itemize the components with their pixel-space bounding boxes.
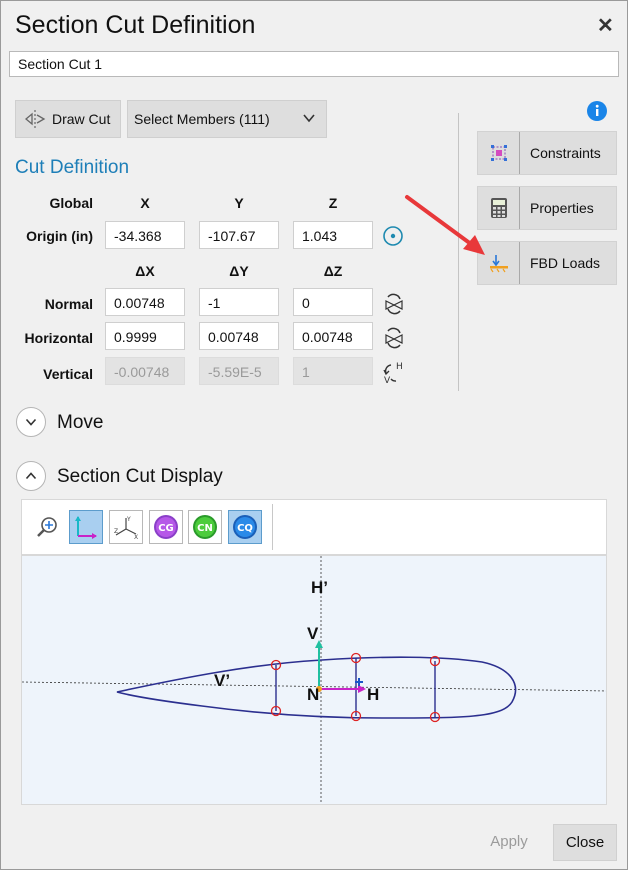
vertical-z-field: 1 xyxy=(293,357,373,385)
cn-button[interactable]: CN xyxy=(188,510,222,544)
origin-y-field[interactable]: -107.67 xyxy=(199,221,279,249)
col-dx-header: ΔX xyxy=(135,263,155,279)
svg-text:V: V xyxy=(384,376,391,385)
col-z-header: Z xyxy=(328,195,338,211)
toolbar-separator xyxy=(272,504,273,550)
vertical-y-field: -5.59E-5 xyxy=(199,357,279,385)
constraints-button[interactable]: Constraints xyxy=(477,131,617,175)
draw-cut-icon xyxy=(24,108,46,130)
h-arrow-head xyxy=(358,685,366,693)
origin-x-field[interactable]: -34.368 xyxy=(105,221,185,249)
properties-button[interactable]: Properties xyxy=(477,186,617,230)
global-axes-icon: Y Z X xyxy=(114,516,138,541)
cq-label: CQ xyxy=(237,523,253,534)
display-toolbar: Y Z X CG CN CQ xyxy=(21,499,607,555)
v-prime-label: V’ xyxy=(214,671,230,690)
col-dy-header: ΔY xyxy=(229,263,249,279)
cq-icon: CQ xyxy=(233,515,257,539)
close-button[interactable]: Close xyxy=(553,824,617,861)
cut-definition-heading: Cut Definition xyxy=(15,157,130,178)
global-axes-button[interactable]: Y Z X xyxy=(109,510,143,544)
section-cut-display-heading: Section Cut Display xyxy=(57,466,223,487)
reverse-horizontal-icon[interactable] xyxy=(383,327,405,354)
v-label: V xyxy=(307,624,319,643)
properties-label: Properties xyxy=(530,200,594,216)
zoom-icon xyxy=(37,517,57,537)
fbd-loads-button[interactable]: FBD Loads xyxy=(477,241,617,285)
svg-text:H: H xyxy=(396,362,403,372)
origin-label: Origin (in) xyxy=(26,228,93,244)
annotation-arrow xyxy=(405,195,485,255)
col-x-header: X xyxy=(140,195,150,211)
local-axes-icon xyxy=(75,516,97,539)
cg-icon: CG xyxy=(154,515,178,539)
section-drawing: H’ V’ V N H xyxy=(22,556,606,804)
cq-button[interactable]: CQ xyxy=(228,510,262,544)
move-heading: Move xyxy=(57,412,104,433)
draw-cut-label: Draw Cut xyxy=(52,111,111,127)
dialog-window: Section Cut Definition ✕ Section Cut 1 D… xyxy=(0,0,628,870)
cg-button[interactable]: CG xyxy=(149,510,183,544)
move-expand-button[interactable] xyxy=(16,407,46,437)
swap-hv-icon[interactable]: H V xyxy=(382,359,406,390)
chevron-down-icon xyxy=(25,418,37,426)
draw-cut-button[interactable]: Draw Cut xyxy=(15,100,121,138)
col-y-header: Y xyxy=(234,195,244,211)
chevron-down-icon xyxy=(302,111,316,128)
h-prime-label: H’ xyxy=(311,578,328,597)
select-members-dropdown[interactable]: Select Members (111) xyxy=(127,100,327,138)
constraints-icon xyxy=(478,132,520,174)
chevron-up-icon xyxy=(25,472,37,480)
vertical-x-field: -0.00748 xyxy=(105,357,185,385)
horizontal-y-field[interactable]: 0.00748 xyxy=(199,322,279,350)
cg-label: CG xyxy=(158,523,174,534)
origin-z-field[interactable]: 1.043 xyxy=(293,221,373,249)
normal-y-field[interactable]: -1 xyxy=(199,288,279,316)
horizontal-label: Horizontal xyxy=(24,330,93,346)
normal-label: Normal xyxy=(44,296,93,312)
horizontal-z-field[interactable]: 0.00748 xyxy=(293,322,373,350)
dialog-title: Section Cut Definition xyxy=(15,11,256,39)
close-icon[interactable]: ✕ xyxy=(597,13,614,38)
section-cut-canvas[interactable]: H’ V’ V N H xyxy=(21,555,607,805)
constraints-label: Constraints xyxy=(530,145,601,161)
zoom-button[interactable] xyxy=(30,510,64,544)
normal-x-field[interactable]: 0.00748 xyxy=(105,288,185,316)
col-dz-header: ΔZ xyxy=(323,263,343,279)
section-cut-name-input[interactable]: Section Cut 1 xyxy=(9,51,619,77)
display-collapse-button[interactable] xyxy=(16,461,46,491)
svg-text:X: X xyxy=(134,534,138,541)
local-axes-button[interactable] xyxy=(69,510,103,544)
horizontal-x-field[interactable]: 0.9999 xyxy=(105,322,185,350)
info-icon[interactable] xyxy=(587,101,607,126)
cn-label: CN xyxy=(197,523,213,534)
normal-z-field[interactable]: 0 xyxy=(293,288,373,316)
fbd-loads-label: FBD Loads xyxy=(530,255,601,271)
svg-text:Z: Z xyxy=(114,528,118,535)
global-label: Global xyxy=(49,195,93,211)
n-label: N xyxy=(307,685,319,704)
select-members-label: Select Members (111) xyxy=(134,111,270,127)
vertical-label: Vertical xyxy=(43,366,93,382)
reverse-normal-icon[interactable] xyxy=(383,293,405,320)
h-label: H xyxy=(367,685,379,704)
cn-icon: CN xyxy=(193,515,217,539)
svg-text:Y: Y xyxy=(126,516,131,523)
apply-button[interactable]: Apply xyxy=(477,824,541,859)
